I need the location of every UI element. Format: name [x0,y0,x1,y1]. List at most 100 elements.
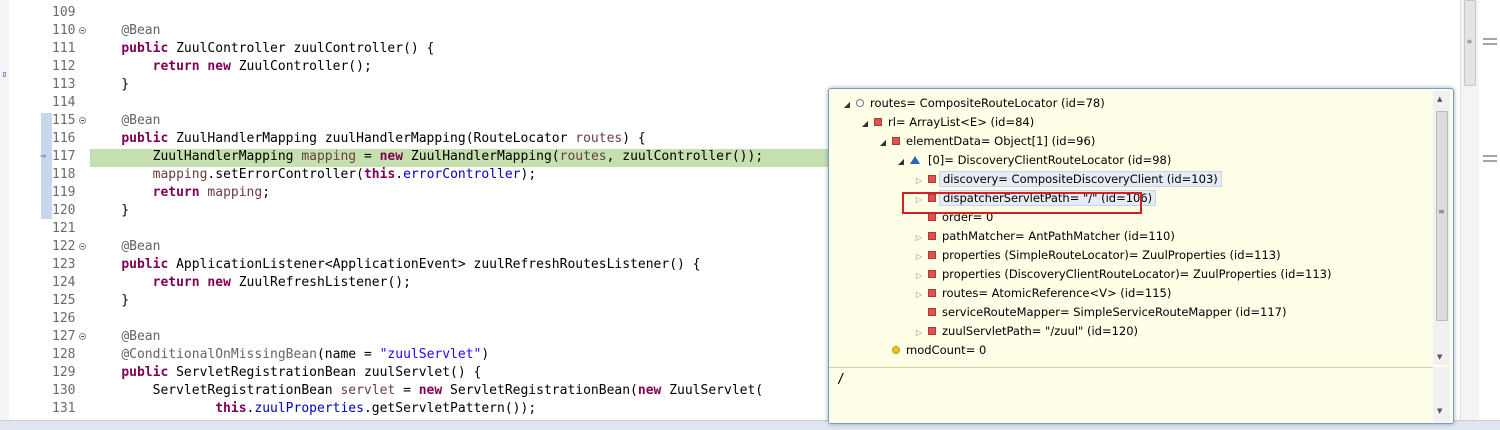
private-field-icon [928,269,936,278]
code-token: } [90,77,130,92]
collapsed-arrow-icon[interactable]: ▷ [913,266,925,285]
code-token: public [121,41,169,56]
variable-row[interactable]: ▷ properties (SimpleRouteLocator)= ZuulPr… [913,246,1281,265]
variable-row[interactable]: ◢ routes= CompositeRouteLocator (id=78) [841,94,1105,113]
fold-collapse-icon[interactable] [79,27,86,34]
code-line[interactable]: mapping.setErrorController(this.errorCon… [90,166,537,184]
scroll-up-icon[interactable]: ▲ [1437,95,1442,103]
code-line[interactable]: @Bean [90,238,160,256]
code-line[interactable]: public ApplicationListener<ApplicationEv… [90,256,700,274]
line-number: 114 [52,95,76,110]
code-line[interactable]: return new ZuulRefreshListener(); [90,274,411,292]
collapsed-arrow-icon[interactable]: ▷ [913,285,925,304]
collapsed-arrow-icon[interactable]: ▷ [913,247,925,266]
code-token: ); [520,167,537,182]
code-token: ZuulRefreshListener(); [230,275,411,290]
variable-tree[interactable]: ◢ routes= CompositeRouteLocator (id=78) ◢ r… [829,89,1433,365]
expanded-arrow-icon[interactable]: ◢ [859,114,871,133]
variable-row[interactable]: serviceRouteMapper= SimpleServiceRouteMa… [913,303,1286,322]
detail-scrollbar[interactable]: ▼ [1433,367,1450,422]
code-token: servlet [340,383,396,398]
scroll-down-icon[interactable]: ▼ [1437,407,1442,415]
variable-label: properties (SimpleRouteLocator)= ZuulPro… [942,248,1281,262]
code-line[interactable]: ServletRegistrationBean servlet = new Se… [90,382,764,400]
code-line[interactable]: } [90,76,129,94]
variable-row[interactable]: ▷ routes= AtomicReference<V> (id=115) [913,284,1171,303]
code-line[interactable]: @Bean [90,328,160,346]
line-number: 117 [52,149,76,164]
editor-vertical-scrollbar[interactable]: ≡ [1460,0,1479,420]
code-line[interactable]: this.zuulProperties.getServletPattern())… [90,400,536,418]
code-token: this [363,167,396,182]
code-line[interactable]: } [90,292,129,310]
code-line[interactable]: @Bean [90,112,160,130]
code-line[interactable]: @ConditionalOnMissingBean(name = "zuulSe… [90,346,489,364]
variable-row[interactable]: ◢ [0]= DiscoveryClientRouteLocator (id=98… [895,151,1171,170]
code-token: return [152,275,200,290]
variable-label: [0]= DiscoveryClientRouteLocator (id=98) [928,153,1172,167]
fold-collapse-icon[interactable] [79,117,86,124]
expanded-arrow-icon[interactable]: ◢ [841,95,853,114]
collapsed-arrow-icon[interactable]: ▷ [913,171,925,190]
variable-row[interactable]: ▷ zuulServletPath= "/zuul" (id=120) [913,322,1138,341]
fold-collapse-icon[interactable] [79,333,86,340]
code-line[interactable]: public ZuulController zuulController() { [90,40,434,58]
variable-row[interactable]: ◢ elementData= Object[1] (id=96) [877,132,1095,151]
line-number: 128 [52,347,76,362]
ruler-marker[interactable] [1483,160,1497,162]
code-line[interactable]: public ZuulHandlerMapping zuulHandlerMap… [90,130,645,148]
line-number: 126 [52,311,76,326]
fold-collapse-icon[interactable] [79,243,86,250]
code-line[interactable]: return new ZuulController(); [90,58,372,76]
inspector-scrollbar[interactable]: ▲ ≡ ▼ [1433,91,1450,365]
ruler-marker[interactable] [1483,43,1497,45]
inspector-scroll-thumb[interactable] [1436,111,1448,321]
line-number: 131 [52,401,76,416]
code-token: . [395,167,404,182]
detail-pane[interactable]: / [829,367,1433,423]
code-line[interactable]: } [90,202,129,220]
collapsed-arrow-icon[interactable]: ▷ [913,323,925,342]
minimize-icon[interactable] [3,72,6,77]
ruler-marker[interactable] [1483,155,1497,157]
variable-row[interactable]: ▷ pathMatcher= AntPathMatcher (id=110) [913,227,1175,246]
code-token: ServletRegistrationBean zuulServlet() { [168,365,482,380]
code-token: public [121,131,169,146]
line-number: 112 [52,59,76,74]
code-token: ; [262,185,271,200]
code-token: return [152,59,200,74]
code-token: ) [481,347,490,362]
expanded-arrow-icon[interactable]: ◢ [895,152,907,171]
code-line[interactable]: ZuulHandlerMapping mapping = new ZuulHan… [90,148,764,166]
private-field-icon [892,136,900,145]
variable-row[interactable]: ▷ discovery= CompositeDiscoveryClient (id… [913,170,1222,189]
code-token: @ConditionalOnMissingBean [121,347,317,362]
code-token: @Bean [121,23,161,38]
variable-inspector-popup[interactable]: ◢ routes= CompositeRouteLocator (id=78) ◢ r… [828,88,1454,424]
code-token: "zuulServlet" [379,347,482,362]
private-field-icon [928,231,936,240]
variable-row[interactable]: modCount= 0 [877,341,986,360]
code-token: new [379,149,404,164]
code-line[interactable]: return mapping; [90,184,270,202]
collapsed-arrow-icon[interactable]: ▷ [913,228,925,247]
code-token: ZuulHandlerMapping zuulHandlerMapping(Ro… [168,131,576,146]
variable-row[interactable]: ◢ rl= ArrayList<E> (id=84) [859,113,1034,132]
expanded-arrow-icon[interactable]: ◢ [877,133,889,152]
code-line[interactable]: @Bean [90,22,160,40]
variable-row[interactable]: ▷ properties (DiscoveryClientRouteLocator… [913,265,1332,285]
ruler-marker[interactable] [1483,38,1497,40]
code-token: @Bean [121,239,161,254]
code-token: } [90,203,130,218]
code-token: , zuulController()); [606,149,764,164]
code-line[interactable]: public ServletRegistrationBean zuulServl… [90,364,481,382]
overview-ruler-left [9,0,39,420]
scroll-down-icon[interactable]: ▼ [1437,353,1442,361]
